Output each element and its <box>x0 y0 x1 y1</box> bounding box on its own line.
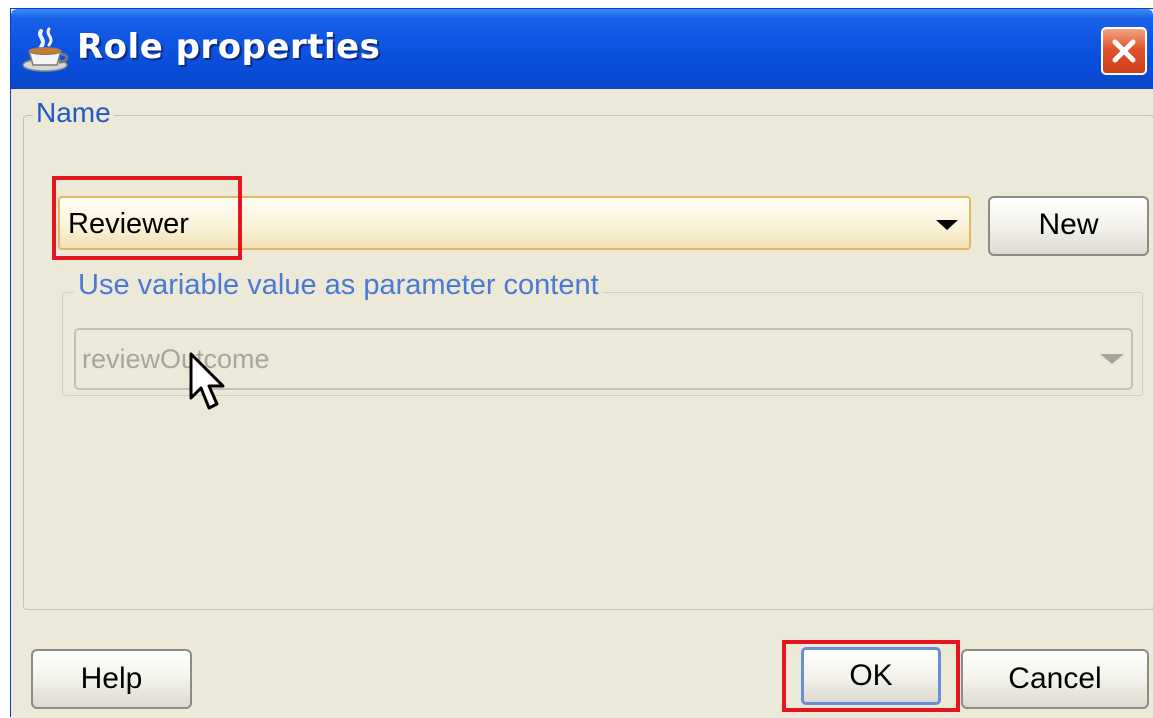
mouse-cursor-icon <box>189 352 225 410</box>
cancel-button[interactable]: Cancel <box>961 649 1149 709</box>
coffee-cup-icon <box>22 27 69 72</box>
chevron-down-icon[interactable] <box>936 220 958 230</box>
chevron-down-icon <box>1100 354 1124 364</box>
role-name-value: Reviewer <box>68 208 189 240</box>
role-name-dropdown[interactable]: Reviewer <box>58 196 971 250</box>
role-properties-dialog: Role properties Reviewer New Use variabl… <box>10 8 1153 718</box>
variable-value: reviewOutcome <box>82 344 270 374</box>
new-button[interactable]: New <box>988 196 1149 256</box>
title-bar[interactable]: Role properties <box>11 9 1153 89</box>
name-group-box: Reviewer New Use variable value as param… <box>23 115 1153 610</box>
close-button[interactable] <box>1101 27 1147 75</box>
help-button[interactable]: Help <box>31 649 192 709</box>
close-icon <box>1112 39 1136 63</box>
dialog-content: Reviewer New Use variable value as param… <box>11 89 1153 718</box>
ok-button[interactable]: OK <box>801 647 941 705</box>
dialog-title: Role properties <box>77 27 381 67</box>
variable-dropdown: reviewOutcome <box>74 328 1133 390</box>
name-group-legend: Name <box>33 97 114 129</box>
variable-group-legend: Use variable value as parameter content <box>74 269 603 302</box>
